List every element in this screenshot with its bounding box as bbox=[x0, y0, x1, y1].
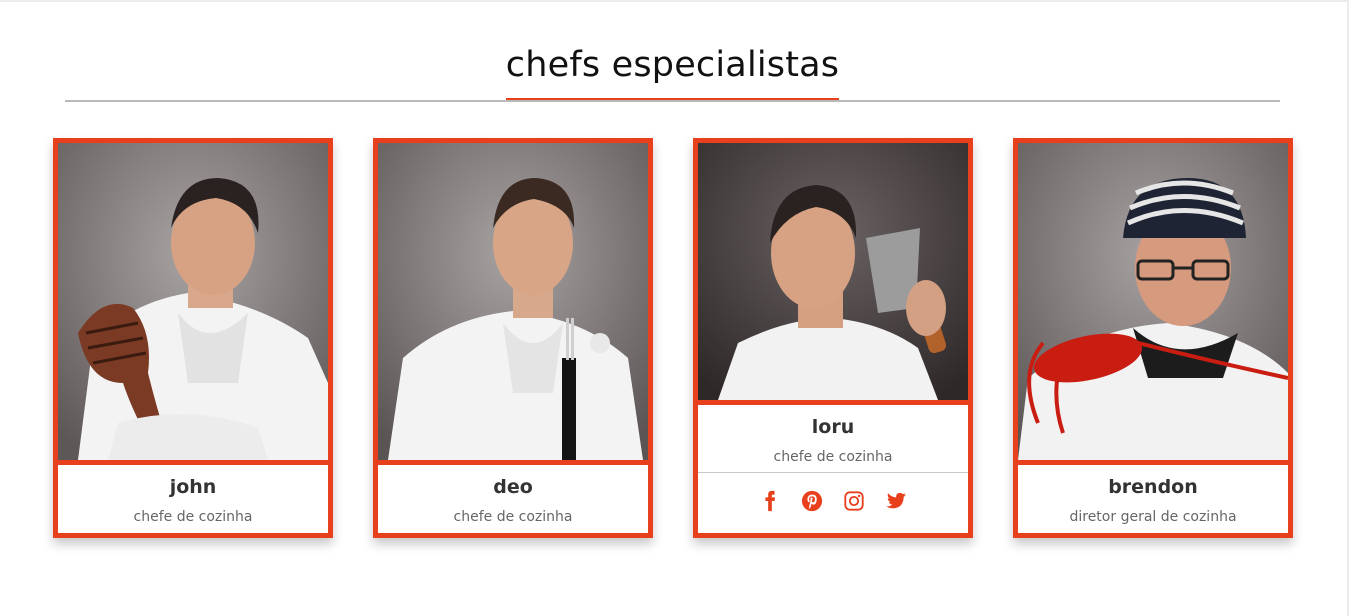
instagram-icon[interactable] bbox=[843, 490, 865, 512]
chef-role: chefe de cozinha bbox=[133, 509, 253, 525]
chef-role: diretor geral de cozinha bbox=[1069, 509, 1237, 525]
chef-name: deo bbox=[493, 476, 533, 498]
pinterest-icon[interactable] bbox=[801, 490, 823, 512]
chef-photo-deo bbox=[378, 143, 648, 460]
chef-card-john[interactable]: john chefe de cozinha bbox=[53, 138, 333, 538]
card-divider bbox=[378, 460, 648, 465]
chef-role: chefe de cozinha bbox=[453, 509, 573, 525]
chefs-section: chefs especialistas john chefe de cozinh… bbox=[0, 0, 1349, 616]
social-links bbox=[698, 490, 968, 512]
card-divider bbox=[58, 460, 328, 465]
section-header: chefs especialistas bbox=[65, 2, 1280, 102]
chef-photo-loru bbox=[698, 143, 968, 400]
chef-card-loru[interactable]: loru chefe de cozinha bbox=[693, 138, 973, 538]
social-divider bbox=[698, 472, 968, 473]
chef-photo-brendon bbox=[1018, 143, 1288, 460]
chef-name: brendon bbox=[1108, 476, 1198, 498]
chef-photo-john bbox=[58, 143, 328, 460]
card-divider bbox=[1018, 460, 1288, 465]
card-divider bbox=[698, 400, 968, 405]
chef-card-brendon[interactable]: brendon diretor geral de cozinha bbox=[1013, 138, 1293, 538]
facebook-icon[interactable] bbox=[759, 490, 781, 512]
twitter-icon[interactable] bbox=[885, 490, 907, 512]
chef-name: loru bbox=[811, 416, 855, 438]
chef-role: chefe de cozinha bbox=[773, 449, 893, 465]
section-title: chefs especialistas bbox=[505, 42, 840, 100]
chef-card-deo[interactable]: deo chefe de cozinha bbox=[373, 138, 653, 538]
chef-name: john bbox=[169, 476, 217, 498]
